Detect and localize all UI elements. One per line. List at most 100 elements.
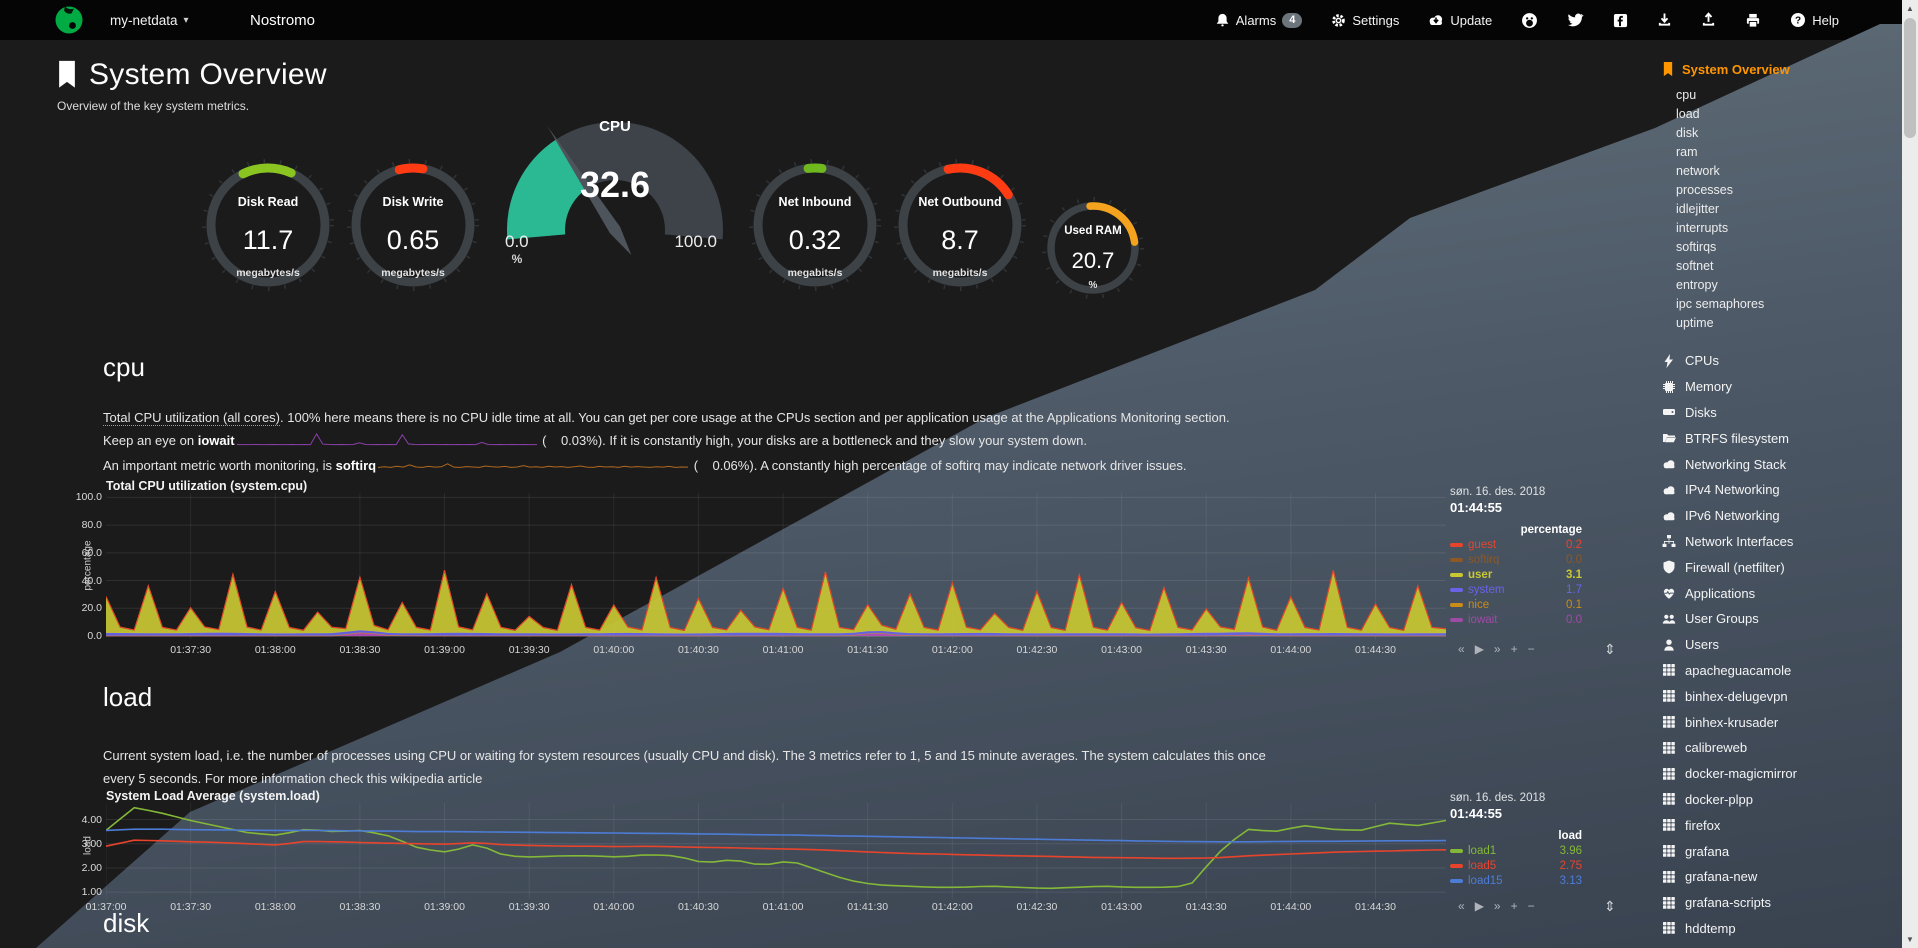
- sidebar-item-cpus[interactable]: CPUs: [1662, 348, 1902, 374]
- github-icon: [1521, 12, 1538, 29]
- play-icon[interactable]: ▶: [1475, 642, 1484, 656]
- cpu-chart-plot[interactable]: [106, 493, 1446, 639]
- zoom-out-icon[interactable]: −: [1528, 642, 1535, 656]
- sidebar-subitem-processes[interactable]: processes: [1676, 181, 1902, 200]
- xtick: 01:40:30: [678, 901, 719, 913]
- load-chart-resize-handle[interactable]: ⇕: [1604, 898, 1616, 915]
- xtick: 01:43:30: [1186, 644, 1227, 656]
- legend-entry-iowait[interactable]: iowait0.0: [1450, 612, 1582, 627]
- gauge-disk-read-value: 11.7: [201, 225, 335, 256]
- sidebar-subitem-uptime[interactable]: uptime: [1676, 314, 1902, 333]
- forward-icon[interactable]: »: [1494, 899, 1501, 913]
- sidebar-subitem-ram[interactable]: ram: [1676, 143, 1902, 162]
- sidebar-item-binhex-delugevpn[interactable]: binhex-delugevpn: [1662, 683, 1902, 709]
- sidebar-item-user-groups[interactable]: User Groups: [1662, 606, 1902, 632]
- gauge-used-ram[interactable]: Used RAM20.7%: [1041, 196, 1145, 300]
- cpu-chart-yticks: 100.080.060.040.020.00.0: [58, 493, 102, 639]
- legend-entry-user[interactable]: user3.1: [1450, 567, 1582, 582]
- sidebar-item-apacheguacamole[interactable]: apacheguacamole: [1662, 658, 1902, 684]
- xtick: 01:44:00: [1270, 644, 1311, 656]
- legend-entry-system[interactable]: system1.7: [1450, 582, 1582, 597]
- netdata-logo[interactable]: [54, 5, 84, 35]
- rewind-icon[interactable]: «: [1458, 642, 1465, 656]
- sidebar-subitem-entropy[interactable]: entropy: [1676, 276, 1902, 295]
- scrollbar-down-arrow[interactable]: ▼: [1902, 935, 1918, 944]
- legend-entry-guest[interactable]: guest0.2: [1450, 537, 1582, 552]
- sidebar-subitem-softirqs[interactable]: softirqs: [1676, 238, 1902, 257]
- gauge-disk-read[interactable]: Disk Read11.7megabytes/s: [201, 158, 335, 292]
- sidebar-item-networking-stack[interactable]: Networking Stack: [1662, 451, 1902, 477]
- gauge-disk-write[interactable]: Disk Write0.65megabytes/s: [346, 158, 480, 292]
- sidebar-subitem-idlejitter[interactable]: idlejitter: [1676, 200, 1902, 219]
- sidebar-item-btrfs-filesystem[interactable]: BTRFS filesystem: [1662, 425, 1902, 451]
- sidebar-item-docker-plpp[interactable]: docker-plpp: [1662, 787, 1902, 813]
- sidebar-item-firefox[interactable]: firefox: [1662, 812, 1902, 838]
- twitter-button[interactable]: [1558, 0, 1593, 40]
- zoom-in-icon[interactable]: +: [1511, 899, 1518, 913]
- sidebar-item-users[interactable]: Users: [1662, 632, 1902, 658]
- download-icon: [1657, 12, 1672, 28]
- sidebar-subitem-softnet[interactable]: softnet: [1676, 257, 1902, 276]
- host-dropdown[interactable]: my-netdata ▾: [110, 0, 189, 40]
- rewind-icon[interactable]: «: [1458, 899, 1465, 913]
- page-scrollbar[interactable]: ▲ ▼: [1902, 0, 1918, 948]
- sidebar-item-grafana[interactable]: grafana: [1662, 838, 1902, 864]
- alarms-button[interactable]: Alarms 4: [1206, 0, 1312, 40]
- zoom-in-icon[interactable]: +: [1511, 642, 1518, 656]
- gauge-net-inbound[interactable]: Net Inbound0.32megabits/s: [748, 158, 882, 292]
- cpu-chart-resize-handle[interactable]: ⇕: [1604, 641, 1616, 658]
- legend-entry-load15[interactable]: load153.13: [1450, 873, 1582, 888]
- play-icon[interactable]: ▶: [1475, 899, 1484, 913]
- forward-icon[interactable]: »: [1494, 642, 1501, 656]
- facebook-button[interactable]: [1604, 0, 1637, 40]
- legend-entry-nice[interactable]: nice0.1: [1450, 597, 1582, 612]
- legend-entry-load1[interactable]: load13.96: [1450, 843, 1582, 858]
- cpu-gauge-max: 100.0: [674, 232, 717, 252]
- sidebar-item-grafana-new[interactable]: grafana-new: [1662, 864, 1902, 890]
- sidebar-subitem-cpu[interactable]: cpu: [1676, 86, 1902, 105]
- gauge-net-outbound[interactable]: Net Outbound8.7megabits/s: [893, 158, 1027, 292]
- update-button[interactable]: Update: [1419, 0, 1501, 40]
- cloud-icon: [1662, 483, 1676, 497]
- sidebar-item-memory[interactable]: Memory: [1662, 374, 1902, 400]
- upload-button[interactable]: [1692, 0, 1725, 40]
- zoom-out-icon[interactable]: −: [1528, 899, 1535, 913]
- sidebar-item-applications[interactable]: Applications: [1662, 580, 1902, 606]
- sidebar-subitem-network[interactable]: network: [1676, 162, 1902, 181]
- github-button[interactable]: [1512, 0, 1547, 40]
- sidebar-item-disks[interactable]: Disks: [1662, 400, 1902, 426]
- sidebar-item-grafana-scripts[interactable]: grafana-scripts: [1662, 890, 1902, 916]
- facebook-icon: [1613, 13, 1628, 28]
- sidebar-item-ipv4-networking[interactable]: IPv4 Networking: [1662, 477, 1902, 503]
- cpu-gauge-chart[interactable]: CPU 32.6 0.0 100.0 %: [495, 118, 735, 268]
- sidebar-subitem-disk[interactable]: disk: [1676, 124, 1902, 143]
- load-chart-plot[interactable]: [106, 803, 1446, 899]
- download-button[interactable]: [1648, 0, 1681, 40]
- sidebar-subitem-load[interactable]: load: [1676, 105, 1902, 124]
- sidebar-item-ipv6-networking[interactable]: IPv6 Networking: [1662, 503, 1902, 529]
- help-button[interactable]: ? Help: [1781, 0, 1848, 40]
- sidebar-item-docker-magicmirror[interactable]: docker-magicmirror: [1662, 761, 1902, 787]
- sidebar-item-calibreweb[interactable]: calibreweb: [1662, 735, 1902, 761]
- sidebar-item-label: BTRFS filesystem: [1685, 431, 1789, 446]
- print-button[interactable]: [1736, 0, 1770, 40]
- legend-unit: load: [1450, 829, 1582, 843]
- legend-entry-load5[interactable]: load52.75: [1450, 858, 1582, 873]
- softirq-sparkline: [378, 454, 688, 478]
- sidebar-subitem-ipc-semaphores[interactable]: ipc semaphores: [1676, 295, 1902, 314]
- settings-button[interactable]: Settings: [1322, 0, 1408, 40]
- legend-entry-softirq[interactable]: softirq0.0: [1450, 552, 1582, 567]
- sidebar-item-firewall-netfilter-[interactable]: Firewall (netfilter): [1662, 554, 1902, 580]
- legend-value: 1.7: [1566, 584, 1582, 596]
- sidebar-item-network-interfaces[interactable]: Network Interfaces: [1662, 529, 1902, 555]
- sidebar-subitem-interrupts[interactable]: interrupts: [1676, 219, 1902, 238]
- scrollbar-thumb[interactable]: [1904, 18, 1916, 138]
- sidebar-item-binhex-krusader[interactable]: binhex-krusader: [1662, 709, 1902, 735]
- print-icon: [1745, 13, 1761, 28]
- alarms-badge: 4: [1282, 13, 1302, 28]
- sidebar-item-system-overview[interactable]: System Overview: [1662, 62, 1902, 77]
- sidebar-item-label: Disks: [1685, 405, 1717, 420]
- sidebar-item-label: calibreweb: [1685, 740, 1747, 755]
- scrollbar-up-arrow[interactable]: ▲: [1902, 4, 1918, 13]
- sidebar-item-hddtemp[interactable]: hddtemp: [1662, 916, 1902, 942]
